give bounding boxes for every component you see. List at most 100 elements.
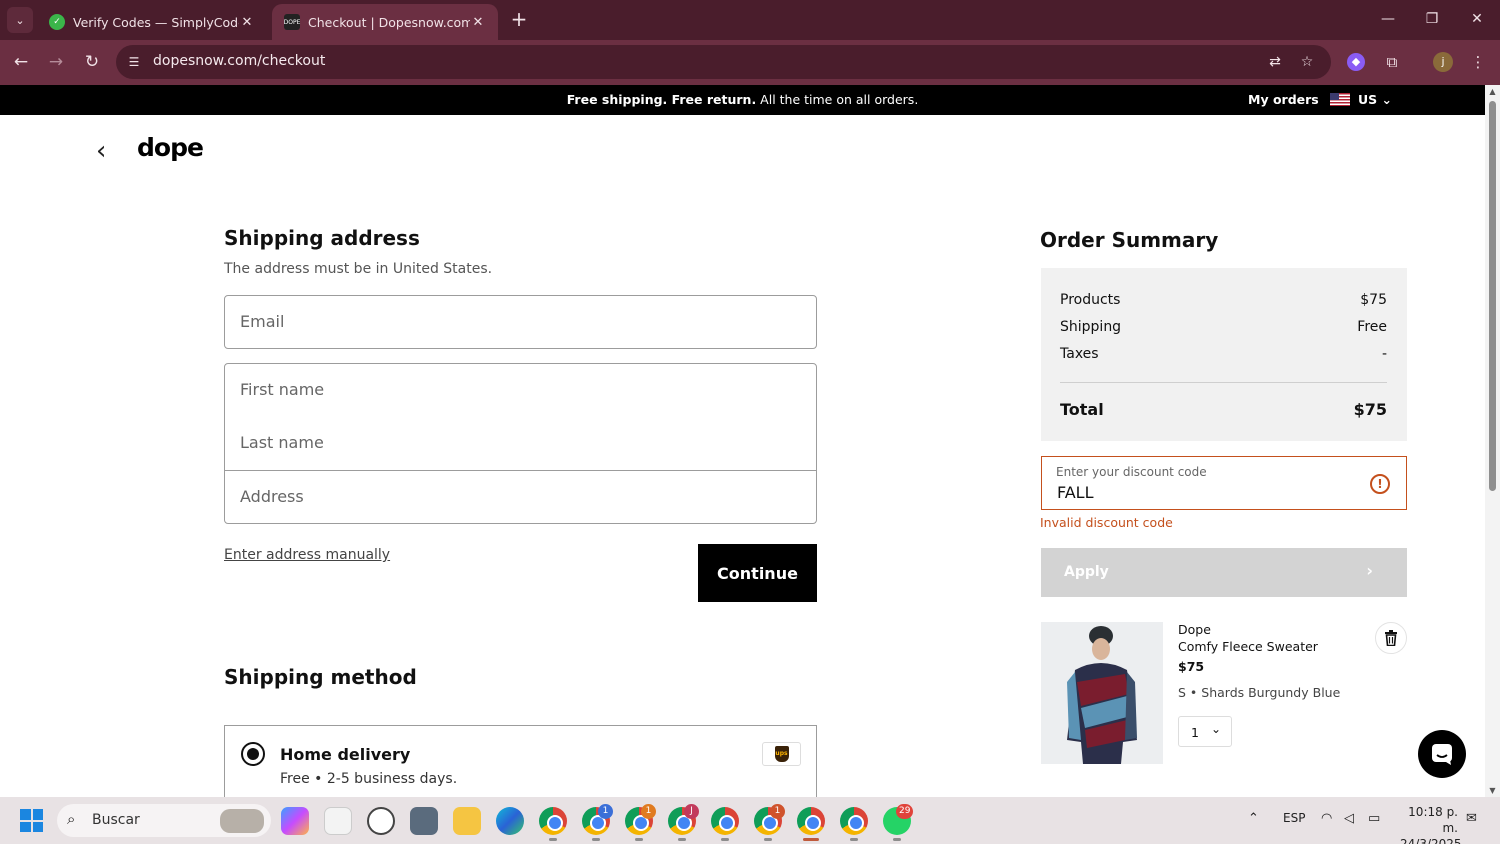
extensions-puzzle-icon[interactable]: ⧉	[1381, 51, 1403, 73]
clock-date: 24/3/2025	[1400, 837, 1462, 844]
search-highlight-image	[220, 809, 264, 833]
address-placeholder: Address	[240, 487, 304, 506]
taskbar-clock[interactable]: 10:18 p. m. 24/3/2025	[1400, 804, 1462, 844]
summary-row-shipping: Shipping Free	[1060, 319, 1387, 335]
running-indicator	[721, 838, 729, 841]
shipping-method-title: Shipping method	[224, 665, 417, 689]
chrome-profile-1-icon[interactable]	[539, 807, 567, 835]
profile-avatar[interactable]: j	[1433, 52, 1453, 72]
scroll-thumb[interactable]	[1489, 101, 1496, 491]
address-field[interactable]: Address	[224, 470, 817, 524]
product-image[interactable]	[1041, 622, 1163, 764]
running-indicator	[893, 838, 901, 841]
taskbar-search-text: Buscar	[92, 812, 140, 828]
product-brand: Dope	[1178, 622, 1211, 637]
close-window-icon[interactable]: ✕	[1457, 6, 1497, 32]
scroll-up-icon[interactable]: ▲	[1488, 87, 1497, 96]
running-indicator	[678, 838, 686, 841]
windows-taskbar: ⌕ Buscar 1 1 J 1 29 ⌃ ESP ◠ ◁ ▭ 10:18 p.…	[0, 797, 1500, 844]
us-flag-icon[interactable]	[1330, 93, 1350, 106]
product-variant: S • Shards Burgundy Blue	[1178, 685, 1341, 700]
apply-label: Apply	[1064, 564, 1109, 580]
address-bar[interactable]: ☰ dopesnow.com/checkout ⇄ ☆	[116, 45, 1331, 79]
discount-code-value[interactable]: FALL	[1057, 483, 1094, 502]
running-indicator	[850, 838, 858, 841]
home-delivery-radio[interactable]	[241, 742, 265, 766]
reload-icon[interactable]: ↻	[80, 50, 104, 74]
last-name-placeholder: Last name	[240, 433, 324, 452]
tab-verify-codes[interactable]: ✓ Verify Codes — SimplyCodes ✕	[37, 4, 267, 40]
chrome-active-icon[interactable]	[797, 807, 825, 835]
ups-icon: ups	[774, 746, 789, 762]
url-text[interactable]: dopesnow.com/checkout	[153, 53, 325, 69]
last-name-field[interactable]: Last name	[224, 417, 817, 471]
bookmark-star-icon[interactable]: ☆	[1296, 52, 1318, 72]
tab-search-chevron-icon[interactable]: ⌄	[7, 7, 33, 33]
running-indicator	[635, 838, 643, 841]
chevron-right-icon: ›	[1366, 561, 1373, 580]
restore-icon[interactable]: ❐	[1412, 6, 1452, 32]
tab-checkout[interactable]: DOPE Checkout | Dopesnow.com ✕	[272, 4, 498, 40]
tray-chevron-up-icon[interactable]: ⌃	[1248, 811, 1259, 826]
store-icon[interactable]	[324, 807, 352, 835]
shipping-address-subtitle: The address must be in United States.	[224, 261, 493, 277]
minimize-icon[interactable]: —	[1368, 6, 1408, 32]
apply-button[interactable]: Apply ›	[1041, 548, 1407, 597]
volume-icon[interactable]: ◁	[1344, 811, 1354, 826]
battery-icon[interactable]: ▭	[1368, 811, 1380, 826]
calculator-icon[interactable]	[410, 807, 438, 835]
my-orders-link[interactable]: My orders	[1248, 92, 1319, 107]
discount-code-input[interactable]: Enter your discount code FALL !	[1041, 456, 1407, 510]
taskbar-search[interactable]: ⌕ Buscar	[57, 804, 271, 837]
tab-bar: ⌄ ✓ Verify Codes — SimplyCodes ✕ DOPE Ch…	[0, 0, 1500, 40]
summary-value: $75	[1360, 292, 1387, 308]
scroll-down-icon[interactable]: ▼	[1488, 786, 1497, 795]
page-scrollbar[interactable]: ▲ ▼	[1485, 85, 1500, 797]
notifications-icon[interactable]: ✉	[1466, 811, 1477, 826]
chrome-profile-7-icon[interactable]	[840, 807, 868, 835]
region-selector[interactable]: US ⌄	[1358, 92, 1392, 107]
extension-icon[interactable]: ◆	[1347, 53, 1365, 71]
site-info-icon[interactable]: ☰	[124, 52, 144, 72]
email-field[interactable]: Email	[224, 295, 817, 349]
wifi-icon[interactable]: ◠	[1321, 811, 1332, 826]
order-summary-box: Products $75 Shipping Free Taxes - Total…	[1041, 268, 1407, 441]
running-indicator	[764, 838, 772, 841]
total-value: $75	[1353, 400, 1387, 419]
chat-launcher-button[interactable]	[1418, 730, 1466, 778]
first-name-field[interactable]: First name	[224, 363, 817, 418]
translate-icon[interactable]: ⇄	[1264, 52, 1286, 72]
back-arrow-icon[interactable]: ←	[9, 50, 33, 74]
discount-code-label: Enter your discount code	[1056, 465, 1207, 479]
forward-arrow-icon[interactable]: →	[44, 50, 68, 74]
dope-logo[interactable]: dope	[137, 133, 204, 162]
input-language[interactable]: ESP	[1283, 811, 1305, 825]
back-chevron-icon[interactable]: ‹	[96, 136, 106, 166]
announcement-bold: Free shipping. Free return.	[566, 92, 757, 107]
quantity-select[interactable]: 1 ⌄	[1178, 716, 1232, 747]
tab-close-icon[interactable]: ✕	[239, 15, 255, 30]
remove-item-button[interactable]	[1375, 622, 1407, 654]
product-name: Comfy Fleece Sweater	[1178, 639, 1318, 654]
notification-badge: 1	[770, 804, 785, 819]
windows-start-icon[interactable]	[20, 809, 43, 832]
announcement-rest: All the time on all orders.	[756, 92, 919, 107]
enter-address-manually-link[interactable]: Enter address manually	[224, 547, 390, 563]
continue-button[interactable]: Continue	[698, 544, 817, 602]
kebab-menu-icon[interactable]: ⋮	[1467, 51, 1489, 73]
copilot-icon[interactable]	[281, 807, 309, 835]
file-explorer-icon[interactable]	[453, 807, 481, 835]
product-price: $75	[1178, 659, 1205, 674]
active-window-indicator	[803, 838, 819, 841]
summary-row-products: Products $75	[1060, 292, 1387, 308]
clock-app-icon[interactable]	[367, 807, 395, 835]
summary-label: Shipping	[1060, 319, 1122, 335]
new-tab-icon[interactable]: +	[508, 8, 530, 30]
chevron-down-icon: ⌄	[1211, 722, 1222, 736]
chrome-profile-5-icon[interactable]	[711, 807, 739, 835]
total-label: Total	[1060, 400, 1104, 419]
notification-badge: 1	[598, 804, 613, 819]
edge-icon[interactable]	[496, 807, 524, 835]
notification-badge: 1	[641, 804, 656, 819]
tab-close-icon[interactable]: ✕	[470, 15, 486, 30]
